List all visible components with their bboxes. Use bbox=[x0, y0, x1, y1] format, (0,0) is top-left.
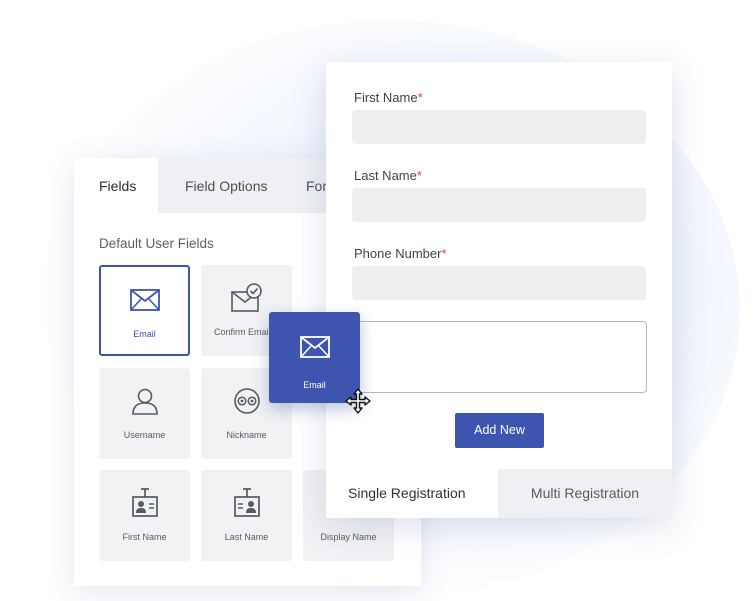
tile-label: Username bbox=[123, 430, 166, 440]
tile-label: Nickname bbox=[226, 430, 267, 440]
tab-form[interactable]: For bbox=[306, 158, 327, 213]
phone-number-label: Phone Number* bbox=[354, 246, 447, 261]
move-cursor-icon bbox=[344, 387, 372, 420]
registration-form-preview: First Name* Last Name* Phone Number* Add… bbox=[326, 62, 672, 518]
first-name-input[interactable] bbox=[352, 110, 646, 144]
envelope-check-icon bbox=[201, 281, 292, 315]
registration-tabs: Single Registration Multi Registration bbox=[326, 469, 672, 518]
tab-field-options[interactable]: Field Options bbox=[185, 158, 267, 213]
id-badge-icon bbox=[99, 486, 190, 520]
envelope-icon bbox=[269, 336, 360, 358]
required-mark: * bbox=[416, 168, 422, 183]
field-tile-email[interactable]: Email bbox=[99, 265, 190, 356]
tab-fields[interactable]: Fields bbox=[74, 158, 158, 213]
tile-label: Email bbox=[133, 329, 156, 339]
tab-single-registration[interactable]: Single Registration bbox=[326, 469, 498, 518]
section-title: Default User Fields bbox=[99, 236, 214, 251]
field-tile-last-name[interactable]: Last Name bbox=[201, 470, 292, 561]
tile-label: Display Name bbox=[320, 532, 377, 542]
first-name-label: First Name* bbox=[354, 90, 423, 105]
phone-number-input[interactable] bbox=[352, 266, 646, 300]
required-mark: * bbox=[417, 90, 423, 105]
tab-multi-registration[interactable]: Multi Registration bbox=[498, 469, 672, 518]
tile-label: First Name bbox=[122, 532, 167, 542]
tile-label: Last Name bbox=[224, 532, 269, 542]
last-name-input[interactable] bbox=[352, 188, 646, 222]
required-mark: * bbox=[441, 246, 447, 261]
field-tile-username[interactable]: Username bbox=[99, 368, 190, 459]
drop-zone[interactable] bbox=[350, 321, 647, 393]
field-tile-first-name[interactable]: First Name bbox=[99, 470, 190, 561]
add-new-button[interactable]: Add New bbox=[455, 413, 544, 448]
envelope-icon bbox=[101, 283, 188, 317]
id-badge-icon bbox=[201, 486, 292, 520]
last-name-label: Last Name* bbox=[354, 168, 422, 183]
user-icon bbox=[99, 384, 190, 418]
